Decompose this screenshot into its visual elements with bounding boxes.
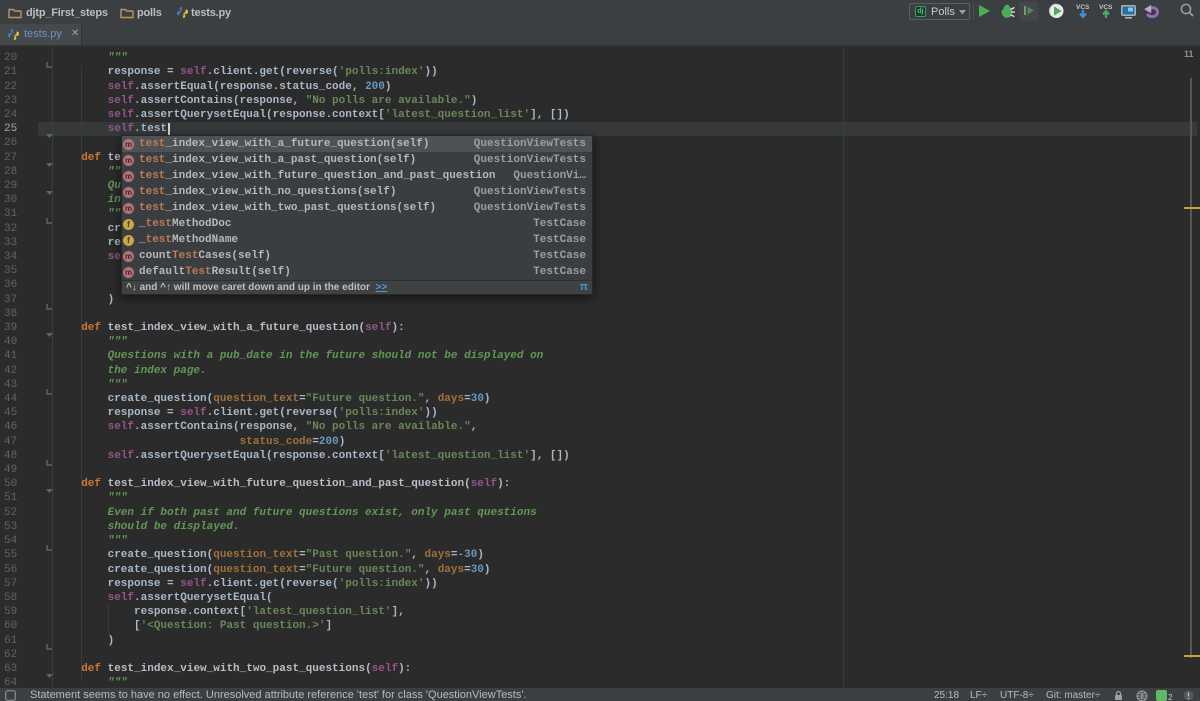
svg-text:VCS: VCS xyxy=(1076,4,1090,11)
